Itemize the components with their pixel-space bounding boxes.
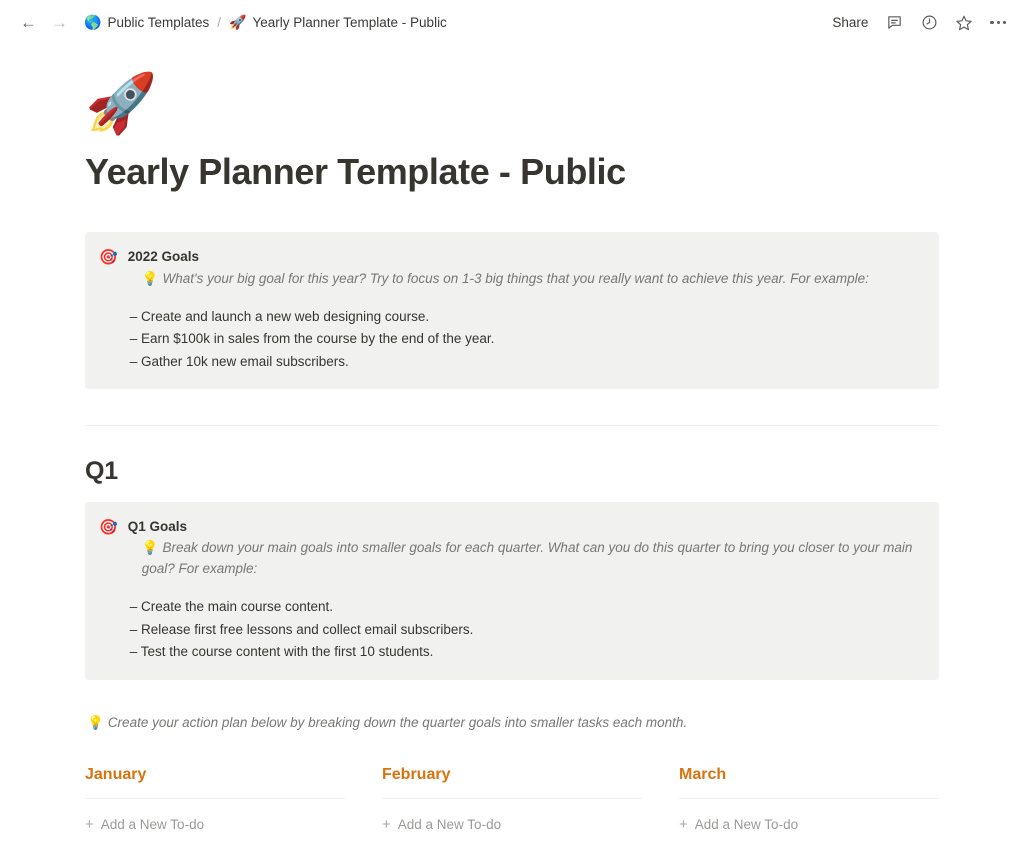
quarter-goals-hint-text: Break down your main goals into smaller … bbox=[141, 540, 913, 577]
quarter-goals-hint: 💡 Break down your main goals into smaller… bbox=[128, 538, 923, 580]
plus-icon: + bbox=[85, 816, 94, 834]
quarter-goals-list: – Create the main course content. – Rele… bbox=[128, 596, 923, 664]
page-body: 🚀 Yearly Planner Template - Public 🎯 202… bbox=[0, 75, 1024, 835]
arrow-left-icon[interactable]: ← bbox=[20, 14, 37, 31]
lightbulb-icon: 💡 bbox=[141, 270, 159, 286]
add-todo-button-march[interactable]: + Add a New To-do bbox=[679, 815, 939, 835]
list-item: – Gather 10k new email subscribers. bbox=[129, 353, 349, 369]
comment-icon[interactable] bbox=[885, 14, 903, 32]
more-options-icon[interactable] bbox=[990, 20, 1006, 25]
month-title: February bbox=[382, 766, 451, 783]
add-todo-label: Add a New To-do bbox=[100, 816, 205, 832]
year-goals-callout-body: 2022 Goals 💡 What's your big goal for thi… bbox=[128, 247, 923, 373]
navigation-arrows: ← → bbox=[20, 14, 68, 31]
breadcrumb-current-page[interactable]: Yearly Planner Template - Public bbox=[252, 15, 446, 30]
target-icon: 🎯 bbox=[99, 519, 118, 537]
action-plan-hint-text: Create your action plan below by breakin… bbox=[107, 714, 688, 730]
month-columns: January + Add a New To-do February + Add… bbox=[85, 765, 939, 835]
toolbar-actions: Share bbox=[832, 14, 1006, 32]
year-goals-hint-text: What's your big goal for this year? Try … bbox=[162, 270, 869, 286]
list-item: – Create and launch a new web designing … bbox=[129, 308, 430, 324]
list-item: – Earn $100k in sales from the course by… bbox=[129, 331, 495, 347]
section-divider bbox=[85, 425, 939, 427]
year-goals-title: 2022 Goals bbox=[127, 249, 199, 265]
target-icon: 🎯 bbox=[99, 249, 118, 267]
list-item: – Release first free lessons and collect… bbox=[129, 621, 474, 637]
star-icon[interactable] bbox=[955, 14, 973, 32]
clock-icon[interactable] bbox=[920, 14, 938, 32]
plus-icon: + bbox=[679, 816, 688, 834]
quarter-goals-title: Q1 Goals bbox=[127, 519, 187, 535]
breadcrumb-separator: / bbox=[217, 15, 222, 30]
month-column-february: February + Add a New To-do bbox=[382, 765, 642, 835]
month-title: March bbox=[679, 766, 727, 783]
plus-icon: + bbox=[382, 816, 391, 834]
month-rule bbox=[679, 797, 939, 799]
page-content: 🚀 Yearly Planner Template - Public 🎯 202… bbox=[85, 75, 939, 835]
month-column-january: January + Add a New To-do bbox=[85, 765, 345, 835]
add-todo-button-february[interactable]: + Add a New To-do bbox=[382, 815, 642, 835]
month-rule bbox=[85, 797, 345, 799]
quarter-goals-callout-body: Q1 Goals 💡 Break down your main goals int… bbox=[128, 517, 923, 664]
lightbulb-icon: 💡 bbox=[87, 714, 104, 730]
month-title: January bbox=[85, 766, 147, 783]
add-todo-label: Add a New To-do bbox=[694, 816, 799, 832]
lightbulb-icon: 💡 bbox=[141, 540, 159, 556]
add-todo-label: Add a New To-do bbox=[397, 816, 502, 832]
breadcrumb: 🌎 Public Templates / 🚀 Yearly Planner Te… bbox=[84, 14, 447, 31]
rocket-icon: 🚀 bbox=[229, 14, 247, 30]
year-goals-hint: 💡 What's your big goal for this year? Try… bbox=[128, 269, 923, 290]
top-toolbar: ← → 🌎 Public Templates / 🚀 Yearly Planne… bbox=[0, 0, 1024, 45]
list-item: – Test the course content with the first… bbox=[129, 644, 434, 660]
month-rule bbox=[382, 797, 642, 799]
add-todo-button-january[interactable]: + Add a New To-do bbox=[85, 815, 345, 835]
page-title: Yearly Planner Template - Public bbox=[85, 151, 626, 192]
quarter-goals-callout: 🎯 Q1 Goals 💡 Break down your main goals i… bbox=[85, 502, 939, 680]
globe-icon: 🌎 bbox=[84, 14, 102, 30]
quarter-heading: Q1 bbox=[85, 457, 118, 486]
page-icon[interactable]: 🚀 bbox=[85, 75, 939, 133]
year-goals-list: – Create and launch a new web designing … bbox=[128, 306, 923, 374]
list-item: – Create the main course content. bbox=[129, 599, 334, 615]
action-plan-hint: 💡 Create your action plan below by breaki… bbox=[85, 713, 939, 733]
month-column-march: March + Add a New To-do bbox=[679, 765, 939, 835]
arrow-right-icon[interactable]: → bbox=[51, 14, 68, 31]
year-goals-callout: 🎯 2022 Goals 💡 What's your big goal for t… bbox=[85, 232, 939, 390]
breadcrumb-parent-link[interactable]: Public Templates bbox=[107, 15, 209, 30]
share-button[interactable]: Share bbox=[832, 15, 868, 30]
